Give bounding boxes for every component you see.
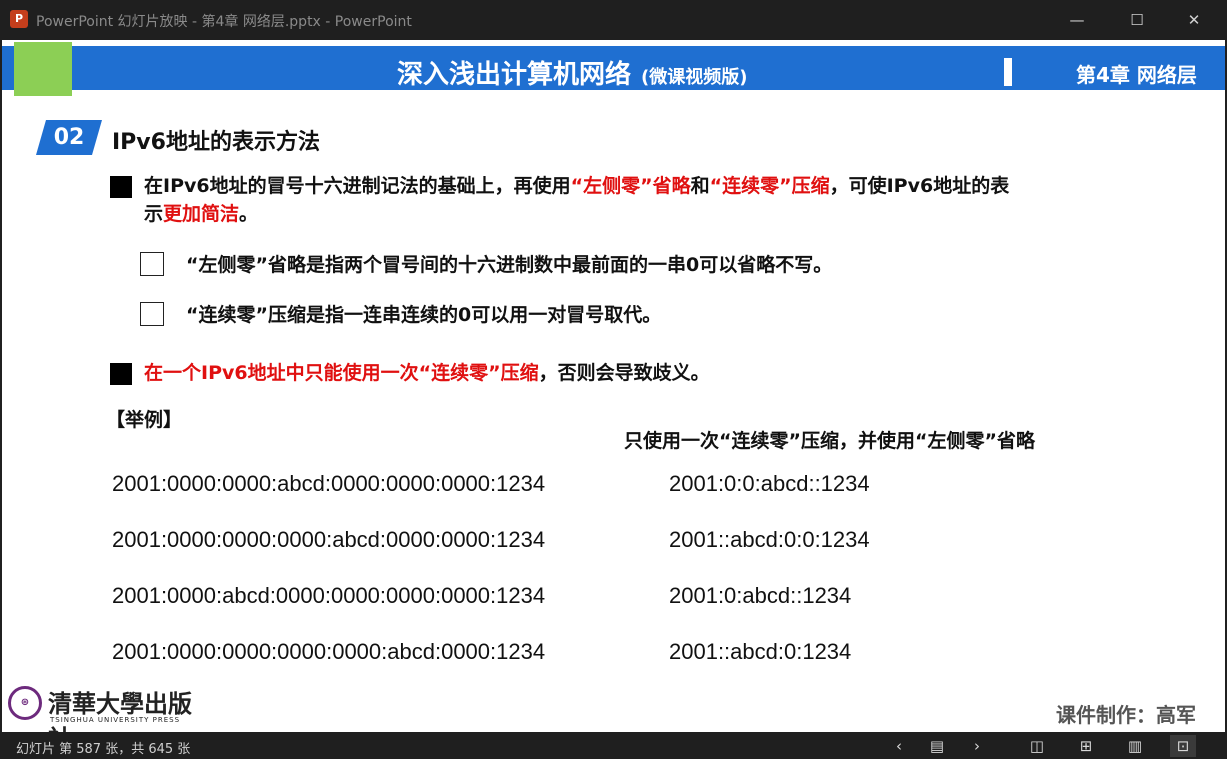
full-address-2: 2001:0000:0000:0000:abcd:0000:0000:1234 xyxy=(112,527,546,552)
short-address-2: 2001::abcd:0:0:1234 xyxy=(669,527,870,552)
bullet2-highlight: 在一个IPv6地址中只能使用一次“连续零”压缩 xyxy=(144,362,539,384)
bullet1-text-d: 示 xyxy=(144,203,164,225)
author-credit: 课件制作：高军 xyxy=(1056,703,1196,727)
publisher-name-en: TSINGHUA UNIVERSITY PRESS xyxy=(50,716,181,724)
slide-banner: 深入浅出计算机网络 (微课视频版) 第4章 网络层 xyxy=(2,46,1225,90)
example-label: 【举例】 xyxy=(106,409,183,431)
checkbox-bullet-icon xyxy=(140,302,164,326)
close-button[interactable]: ✕ xyxy=(1172,6,1216,34)
slide-counter: 幻灯片 第 587 张，共 645 张 xyxy=(16,742,191,757)
bullet1-highlight-simpler: 更加简洁 xyxy=(163,203,240,225)
course-title-text: 深入浅出计算机网络 xyxy=(397,60,632,90)
full-address-3: 2001:0000:abcd:0000:0000:0000:0000:1234 xyxy=(112,583,546,608)
status-bar: 幻灯片 第 587 张，共 645 张 ‹ ▤ › ◫ ⊞ ▥ ⊡ xyxy=(0,732,1227,759)
bullet1-highlight-left-zero: “左侧零”省略 xyxy=(570,175,691,197)
bullet-square-icon xyxy=(110,176,132,198)
bullet2-text: ，否则会导致歧义。 xyxy=(538,362,710,384)
course-subtitle: (微课视频版) xyxy=(641,67,748,88)
publisher-name-cn: 清華大學出版社 xyxy=(48,689,192,732)
sub-bullet-left-zero: “左侧零”省略是指两个冒号间的十六进制数中最前面的一串0可以省略不写。 xyxy=(186,254,833,276)
publisher-seal-icon: ⊛ xyxy=(8,686,42,720)
course-title: 深入浅出计算机网络 (微课视频版) xyxy=(397,54,747,91)
full-address-4: 2001:0000:0000:0000:0000:abcd:0000:1234 xyxy=(112,639,546,664)
minimize-button[interactable]: — xyxy=(1055,6,1099,34)
short-address-3: 2001:0:abcd::1234 xyxy=(669,583,852,608)
window-title: PowerPoint 幻灯片放映 - 第4章 网络层.pptx - PowerP… xyxy=(36,14,412,30)
powerpoint-icon: P xyxy=(10,10,28,28)
banner-divider xyxy=(1004,58,1012,86)
bullet1-line1: 在IPv6地址的冒号十六进制记法的基础上，再使用“左侧零”省略和“连续零”压缩，… xyxy=(144,172,1009,200)
checkbox-bullet-icon xyxy=(140,252,164,276)
previous-slide-icon[interactable]: ‹ xyxy=(886,735,912,757)
section-title: IPv6地址的表示方法 xyxy=(112,130,320,155)
next-slide-icon[interactable]: › xyxy=(964,735,990,757)
bullet1-text-e: 。 xyxy=(239,203,259,225)
chapter-label: 第4章 网络层 xyxy=(1076,63,1197,87)
decorative-green-block xyxy=(14,42,72,96)
bullet1-text-a: 在IPv6地址的冒号十六进制记法的基础上，再使用 xyxy=(144,175,571,197)
publisher-logo: ⊛ 清華大學出版社 TSINGHUA UNIVERSITY PRESS xyxy=(4,684,194,732)
normal-view-icon[interactable]: ◫ xyxy=(1024,735,1050,757)
bullet1-line2: 示更加简洁。 xyxy=(144,200,258,228)
slide-canvas[interactable]: 深入浅出计算机网络 (微课视频版) 第4章 网络层 02 IPv6地址的表示方法 … xyxy=(2,40,1225,732)
bullet2-line: 在一个IPv6地址中只能使用一次“连续零”压缩，否则会导致歧义。 xyxy=(144,359,710,387)
window-title-bar: P PowerPoint 幻灯片放映 - 第4章 网络层.pptx - Powe… xyxy=(0,0,1227,40)
bullet1-highlight-consecutive-zero: “连续零”压缩 xyxy=(709,175,830,197)
section-number-badge: 02 xyxy=(36,120,102,155)
example-column-heading: 只使用一次“连续零”压缩，并使用“左侧零”省略 xyxy=(624,430,1035,452)
bullet-square-icon xyxy=(110,363,132,385)
full-address-1: 2001:0000:0000:abcd:0000:0000:0000:1234 xyxy=(112,471,546,496)
grid-view-icon[interactable]: ⊞ xyxy=(1073,735,1099,757)
bullet1-text-c: ，可使IPv6地址的表 xyxy=(829,175,1010,197)
bullet1-text-b: 和 xyxy=(690,175,710,197)
maximize-button[interactable]: ☐ xyxy=(1115,6,1159,34)
reading-view-icon[interactable]: ▥ xyxy=(1122,735,1148,757)
short-address-4: 2001::abcd:0:1234 xyxy=(669,639,852,664)
slide-sorter-icon[interactable]: ▤ xyxy=(924,735,950,757)
slideshow-view-icon[interactable]: ⊡ xyxy=(1170,735,1196,757)
sub-bullet-consecutive-zero: “连续零”压缩是指一连串连续的0可以用一对冒号取代。 xyxy=(186,304,662,326)
short-address-1: 2001:0:0:abcd::1234 xyxy=(669,471,870,496)
